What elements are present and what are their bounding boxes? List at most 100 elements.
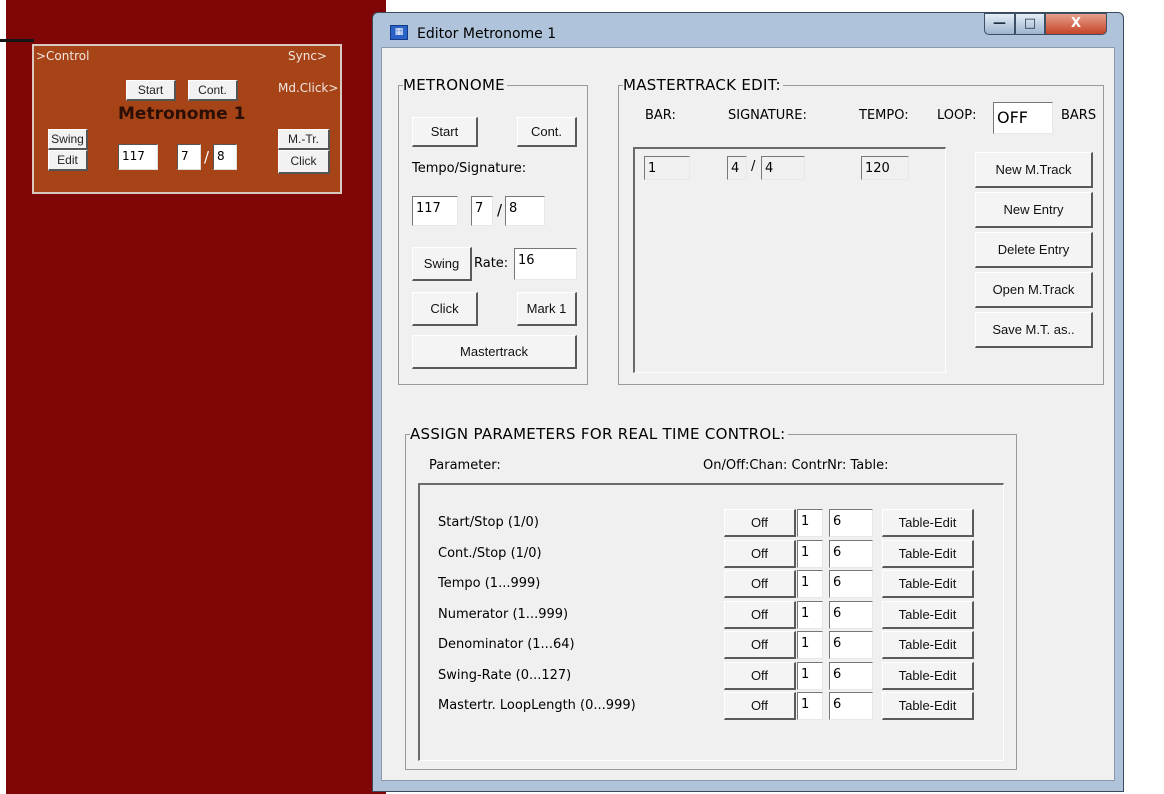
minimize-icon: — [993,16,1006,31]
delete-entry-button[interactable]: Delete Entry [975,232,1093,268]
parameter-assignment-list: Start/Stop (1/0) Off 1 6 Table-Edit Cont./Sto… [418,483,1004,761]
sync-output-port[interactable]: Sync> [288,49,327,63]
metronome-group: METRONOME Start Cont. Tempo/Signature: 1… [398,76,588,385]
table-edit-button[interactable]: Table-Edit [882,692,974,720]
signature-slash: / [497,201,503,219]
entry-signature-slash: / [751,159,756,174]
loop-label: LOOP: [937,108,977,123]
table-edit-button[interactable]: Table-Edit [882,631,974,659]
maximize-icon: □ [1023,16,1037,31]
close-icon: X [1070,16,1082,31]
table-edit-button[interactable]: Table-Edit [882,601,974,629]
module-tempo-field[interactable]: 117 [118,144,158,170]
controller-number-field[interactable]: 6 [829,631,873,659]
parameter-label: Cont./Stop (1/0) [438,546,542,561]
maximize-button[interactable]: □ [1015,13,1045,35]
entry-denominator-field[interactable]: 4 [761,156,805,180]
onoff-button[interactable]: Off [724,662,796,690]
controller-number-field[interactable]: 6 [829,692,873,720]
control-input-port[interactable]: >Control [36,49,89,63]
controller-number-field[interactable]: 6 [829,540,873,568]
rate-label: Rate: [474,256,509,271]
controller-number-field[interactable]: 6 [829,509,873,537]
controller-number-field[interactable]: 6 [829,662,873,690]
parameter-column-label: Parameter: [429,458,501,473]
metronome-group-title: METRONOME [403,76,507,94]
parameter-label: Swing-Rate (0...127) [438,668,572,683]
metronome-module[interactable]: >Control Sync> Md.Click> Start Cont. Met… [32,44,342,194]
loop-field[interactable]: OFF [993,102,1053,134]
cont-button[interactable]: Cont. [517,117,577,147]
mark-button[interactable]: Mark 1 [517,292,577,326]
onoff-button[interactable]: Off [724,570,796,598]
patch-cable [0,39,34,42]
module-mastertrack-button[interactable]: M.-Tr. [278,129,330,150]
module-signature-slash: / [204,148,210,166]
open-mtrack-button[interactable]: Open M.Track [975,272,1093,308]
channel-field[interactable]: 1 [797,631,823,659]
module-click-button[interactable]: Click [278,150,330,174]
module-swing-button[interactable]: Swing [48,129,88,150]
entry-tempo-field[interactable]: 120 [861,156,909,180]
parameter-label: Numerator (1...999) [438,607,569,622]
module-edit-button[interactable]: Edit [48,150,88,171]
new-mtrack-button[interactable]: New M.Track [975,152,1093,188]
channel-field[interactable]: 1 [797,570,823,598]
tempo-column-label: TEMPO: [859,108,909,123]
controller-number-field[interactable]: 6 [829,570,873,598]
channel-field[interactable]: 1 [797,601,823,629]
mastertrack-edit-group-title: MASTERTRACK EDIT: [623,76,783,94]
mastertrack-edit-group: MASTERTRACK EDIT: BAR: SIGNATURE: TEMPO:… [618,76,1104,385]
mastertrack-button[interactable]: Mastertrack [412,335,577,369]
tempo-signature-label: Tempo/Signature: [412,161,527,176]
save-mt-as-button[interactable]: Save M.T. as.. [975,312,1093,348]
mastertrack-entry-list[interactable]: 1 4 / 4 120 [633,147,946,373]
start-button[interactable]: Start [412,117,478,147]
channel-field[interactable]: 1 [797,540,823,568]
table-edit-button[interactable]: Table-Edit [882,509,974,537]
channel-field[interactable]: 1 [797,662,823,690]
assign-parameters-group-title: ASSIGN PARAMETERS FOR REAL TIME CONTROL: [410,425,788,443]
parameter-label: Start/Stop (1/0) [438,515,539,530]
table-edit-button[interactable]: Table-Edit [882,570,974,598]
window-title: Editor Metronome 1 [417,26,557,42]
module-start-button[interactable]: Start [126,80,176,101]
swing-button[interactable]: Swing [412,247,472,281]
click-button[interactable]: Click [412,292,478,326]
entry-numerator-field[interactable]: 4 [727,156,747,180]
signature-column-label: SIGNATURE: [728,108,807,123]
channel-field[interactable]: 1 [797,692,823,720]
mdclick-output-port[interactable]: Md.Click> [278,81,338,95]
bars-label: BARS [1061,108,1097,123]
swing-rate-field[interactable]: 16 [514,248,577,280]
module-cont-button[interactable]: Cont. [188,80,238,101]
editor-window: ▦ Editor Metronome 1 — □ X METRONOME Sta… [372,12,1124,792]
controller-number-field[interactable]: 6 [829,601,873,629]
bar-column-label: BAR: [645,108,676,123]
parameter-label: Tempo (1...999) [438,576,541,591]
denominator-field[interactable]: 8 [505,196,545,226]
table-edit-button[interactable]: Table-Edit [882,540,974,568]
numerator-field[interactable]: 7 [471,196,493,226]
parameter-label: Mastertr. LoopLength (0...999) [438,698,636,713]
entry-bar-field[interactable]: 1 [644,156,690,180]
tempo-field[interactable]: 117 [412,196,458,226]
module-denominator-field[interactable]: 8 [213,144,237,170]
onoff-button[interactable]: Off [724,509,796,537]
close-button[interactable]: X [1045,13,1107,35]
onoff-button[interactable]: Off [724,601,796,629]
parameter-label: Denominator (1...64) [438,637,575,652]
app-icon: ▦ [390,25,408,40]
window-client-area: METRONOME Start Cont. Tempo/Signature: 1… [381,47,1115,781]
new-entry-button[interactable]: New Entry [975,192,1093,228]
onoff-button[interactable]: Off [724,692,796,720]
module-numerator-field[interactable]: 7 [177,144,201,170]
channel-field[interactable]: 1 [797,509,823,537]
onoff-button[interactable]: Off [724,540,796,568]
onoff-chan-ctrl-table-header: On/Off:Chan: ContrNr: Table: [703,458,889,473]
assign-parameters-group: ASSIGN PARAMETERS FOR REAL TIME CONTROL:… [405,425,1017,770]
module-title: Metronome 1 [118,104,246,124]
table-edit-button[interactable]: Table-Edit [882,662,974,690]
minimize-button[interactable]: — [984,13,1015,35]
onoff-button[interactable]: Off [724,631,796,659]
